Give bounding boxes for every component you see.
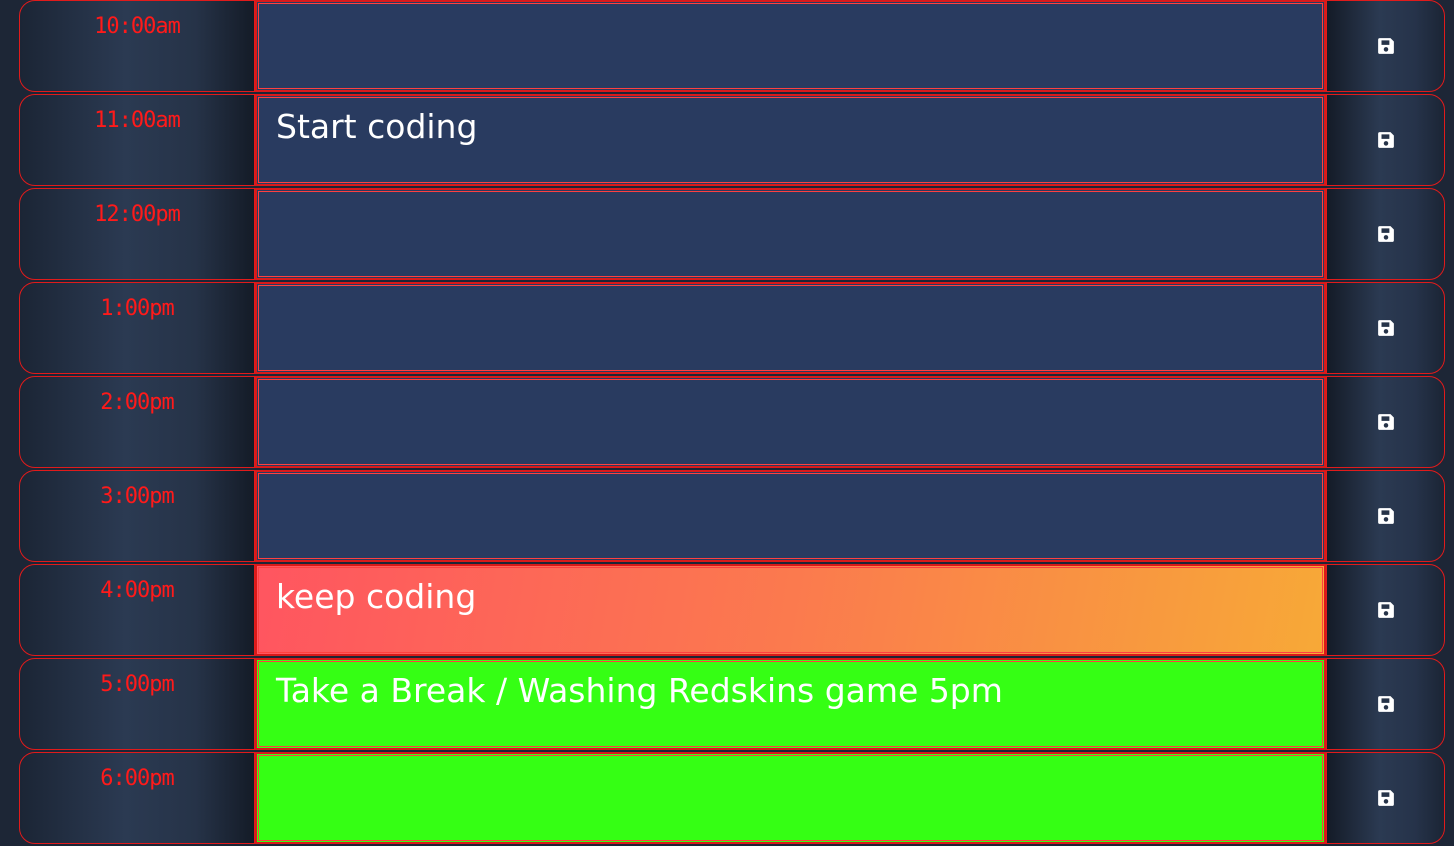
- time-block: 4:00pm keep coding: [19, 564, 1445, 656]
- floppy-disk-icon: [1377, 413, 1395, 431]
- floppy-disk-icon: [1377, 37, 1395, 55]
- description-field[interactable]: Start coding: [255, 94, 1326, 186]
- save-button[interactable]: [1326, 564, 1445, 656]
- hour-label: 2:00pm: [19, 376, 255, 468]
- description-field[interactable]: keep coding: [255, 564, 1326, 656]
- save-button[interactable]: [1326, 376, 1445, 468]
- description-field[interactable]: Take a Break / Washing Redskins game 5pm: [255, 658, 1326, 750]
- description-field[interactable]: [255, 0, 1326, 92]
- save-button[interactable]: [1326, 658, 1445, 750]
- time-block: 11:00am Start coding: [19, 94, 1445, 186]
- hour-label: 1:00pm: [19, 282, 255, 374]
- hour-label: 6:00pm: [19, 752, 255, 844]
- description-field[interactable]: [255, 752, 1326, 844]
- save-button[interactable]: [1326, 94, 1445, 186]
- save-button[interactable]: [1326, 188, 1445, 280]
- save-button[interactable]: [1326, 752, 1445, 844]
- floppy-disk-icon: [1377, 789, 1395, 807]
- planner-container: 10:00am 11:00am Start coding 12:00pm 1:0…: [19, 0, 1445, 846]
- hour-label: 5:00pm: [19, 658, 255, 750]
- floppy-disk-icon: [1377, 695, 1395, 713]
- save-button[interactable]: [1326, 470, 1445, 562]
- floppy-disk-icon: [1377, 507, 1395, 525]
- save-button[interactable]: [1326, 282, 1445, 374]
- save-button[interactable]: [1326, 0, 1445, 92]
- description-field[interactable]: [255, 188, 1326, 280]
- hour-label: 12:00pm: [19, 188, 255, 280]
- floppy-disk-icon: [1377, 131, 1395, 149]
- hour-label: 4:00pm: [19, 564, 255, 656]
- time-block: 5:00pm Take a Break / Washing Redskins g…: [19, 658, 1445, 750]
- description-field[interactable]: [255, 282, 1326, 374]
- hour-label: 3:00pm: [19, 470, 255, 562]
- time-block: 12:00pm: [19, 188, 1445, 280]
- hour-label: 10:00am: [19, 0, 255, 92]
- time-block: 2:00pm: [19, 376, 1445, 468]
- hour-label: 11:00am: [19, 94, 255, 186]
- description-field[interactable]: [255, 376, 1326, 468]
- time-block: 10:00am: [19, 0, 1445, 92]
- time-block: 3:00pm: [19, 470, 1445, 562]
- description-field[interactable]: [255, 470, 1326, 562]
- time-block: 6:00pm: [19, 752, 1445, 844]
- floppy-disk-icon: [1377, 225, 1395, 243]
- time-block: 1:00pm: [19, 282, 1445, 374]
- floppy-disk-icon: [1377, 601, 1395, 619]
- floppy-disk-icon: [1377, 319, 1395, 337]
